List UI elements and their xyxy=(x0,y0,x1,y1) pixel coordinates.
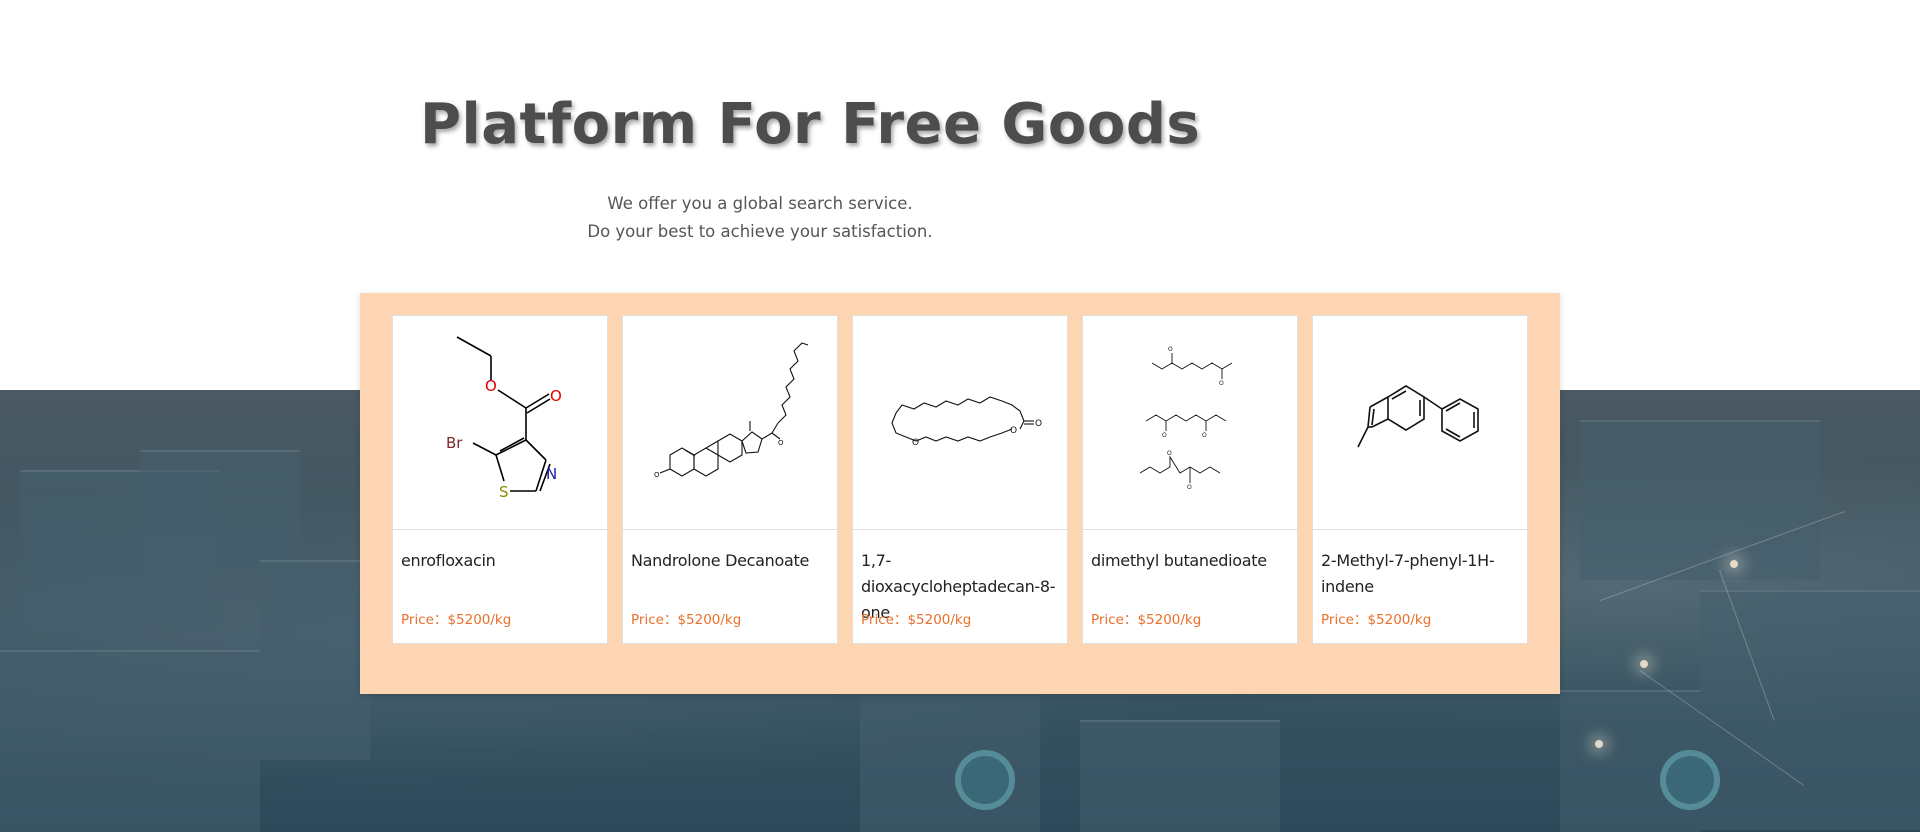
svg-text:O: O xyxy=(1167,450,1172,457)
product-name[interactable]: dimethyl butanedioate xyxy=(1091,548,1291,574)
product-price: Price：$5200/kg xyxy=(1321,612,1432,628)
product-card-enrofloxacin[interactable]: O O N S Br enrofloxacin Price：$5200/kg xyxy=(392,315,608,644)
product-price: Price：$5200/kg xyxy=(861,612,972,628)
product-panel: O O N S Br enrofloxacin Price：$5200/kg O… xyxy=(360,293,1560,694)
svg-text:O: O xyxy=(1035,419,1042,429)
svg-text:O: O xyxy=(912,438,919,448)
svg-text:S: S xyxy=(499,483,509,501)
product-card-methyl-phenyl-indene[interactable]: 2-Methyl-7-phenyl-1H-indene Price：$5200/… xyxy=(1312,315,1528,644)
subtitle-line-2: Do your best to achieve your satisfactio… xyxy=(587,222,933,241)
product-price: Price：$5200/kg xyxy=(401,612,512,628)
molecule-dimethyl-butanedioate-icon[interactable]: O O O O O O xyxy=(1083,316,1297,530)
molecule-enrofloxacin-icon[interactable]: O O N S Br xyxy=(393,316,607,530)
product-name[interactable]: 2-Methyl-7-phenyl-1H-indene xyxy=(1321,548,1521,600)
product-card-nandrolone-decanoate[interactable]: O O Nandrolone Decanoate Price：$5200/kg xyxy=(622,315,838,644)
svg-text:N: N xyxy=(546,465,557,483)
product-name[interactable]: enrofloxacin xyxy=(401,548,601,574)
product-card-dimethyl-butanedioate[interactable]: O O O O O O dimethyl butanedioate Price：… xyxy=(1082,315,1298,644)
page-subtitle: We offer you a global search service. Do… xyxy=(540,190,980,246)
svg-text:O: O xyxy=(654,471,660,479)
svg-text:Br: Br xyxy=(446,434,463,452)
svg-text:O: O xyxy=(1187,484,1192,491)
product-price: Price：$5200/kg xyxy=(631,612,742,628)
svg-text:O: O xyxy=(1010,426,1017,436)
page-title: Platform For Free Goods xyxy=(420,92,1201,157)
molecule-nandrolone-decanoate-icon[interactable]: O O xyxy=(623,316,837,530)
molecule-methyl-phenyl-indene-icon[interactable] xyxy=(1313,316,1527,530)
svg-text:O: O xyxy=(778,439,784,447)
svg-text:O: O xyxy=(1162,432,1167,439)
subtitle-line-1: We offer you a global search service. xyxy=(607,194,913,213)
product-price: Price：$5200/kg xyxy=(1091,612,1202,628)
molecule-dioxacycloheptadecanone-icon[interactable]: O O O xyxy=(853,316,1067,530)
svg-text:O: O xyxy=(1219,380,1224,387)
svg-text:O: O xyxy=(485,377,497,395)
svg-text:O: O xyxy=(1168,346,1173,353)
product-name[interactable]: Nandrolone Decanoate xyxy=(631,548,831,574)
svg-text:O: O xyxy=(550,387,562,405)
svg-text:O: O xyxy=(1202,432,1207,439)
product-card-dioxacycloheptadecanone[interactable]: O O O 1,7-dioxacycloheptadecan-8-one Pri… xyxy=(852,315,1068,644)
